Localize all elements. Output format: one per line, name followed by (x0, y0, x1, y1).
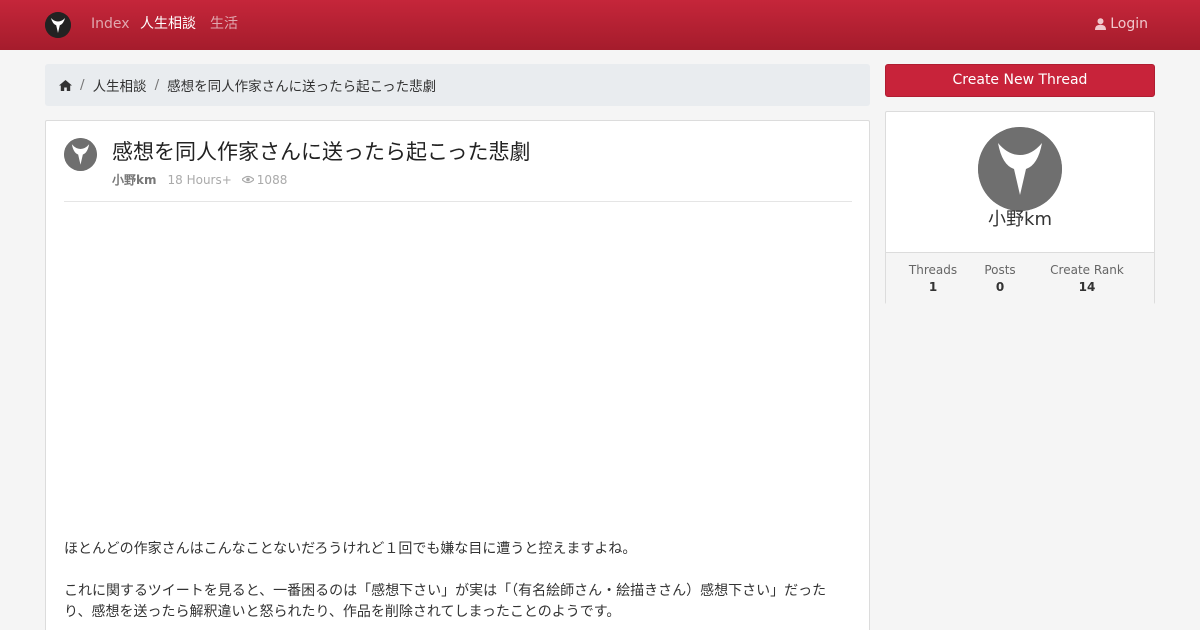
post-body: ほとんどの作家さんはこんなことないだろうけれど１回でも嫌な目に遭うと控えますよね… (64, 539, 852, 630)
nav-link-life-consultation[interactable]: 人生相談 (140, 15, 196, 33)
post-author[interactable]: 小野km (112, 171, 157, 188)
site-logo-icon[interactable] (45, 12, 71, 38)
stat-create-rank: Create Rank 14 (1041, 263, 1133, 296)
breadcrumb-separator: / (154, 77, 160, 93)
login-label: Login (1110, 16, 1148, 32)
stat-label: Threads (908, 263, 958, 277)
view-count: 1088 (256, 172, 288, 187)
breadcrumb-category[interactable]: 人生相談 (93, 75, 147, 95)
author-profile-card: 小野km Threads 1 Posts 0 Create Rank 14 (885, 111, 1155, 304)
breadcrumb-current: 感想を同人作家さんに送ったら起こった悲劇 (167, 79, 437, 95)
user-icon (1095, 18, 1107, 30)
profile-stats: Threads 1 Posts 0 Create Rank 14 (886, 252, 1154, 304)
stat-label: Posts (984, 263, 1016, 277)
nav-link-index[interactable]: Index (91, 15, 130, 33)
profile-name[interactable]: 小野km (886, 208, 1154, 232)
breadcrumb: / 人生相談 / 感想を同人作家さんに送ったら起こった悲劇 (45, 64, 870, 106)
stat-label: Create Rank (1050, 263, 1124, 277)
breadcrumb-separator: / (80, 77, 85, 93)
profile-avatar[interactable] (978, 127, 1062, 211)
author-avatar[interactable] (64, 138, 97, 171)
post-divider (64, 201, 852, 202)
nav-link-living[interactable]: 生活 (210, 15, 238, 33)
stat-value: 14 (1078, 280, 1096, 294)
thread-post: 感想を同人作家さんに送ったら起こった悲劇 小野km 18 Hours+ 1088… (45, 120, 870, 630)
top-navbar: Index 人生相談 生活 Login (0, 0, 1200, 50)
stat-posts: Posts 0 (970, 263, 1030, 296)
post-paragraph: これに関するツイートを見ると、一番困るのは「感想下さい」が実は「（有名絵師さん・… (64, 583, 827, 620)
stat-value: 1 (928, 280, 938, 294)
post-time: 18 Hours+ (167, 172, 232, 187)
create-new-thread-button[interactable]: Create New Thread (885, 64, 1155, 97)
eye-icon (241, 175, 254, 184)
login-link[interactable]: Login (1095, 15, 1148, 33)
post-title: 感想を同人作家さんに送ったら起こった悲劇 (112, 140, 531, 164)
ad-placeholder (64, 211, 852, 531)
post-meta: 小野km 18 Hours+ 1088 (112, 171, 287, 188)
post-paragraph: ほとんどの作家さんはこんなことないだろうけれど１回でも嫌な目に遭うと控えますよね… (64, 541, 637, 557)
stat-value: 0 (995, 280, 1005, 294)
stat-threads: Threads 1 (903, 263, 963, 296)
home-icon[interactable] (59, 79, 72, 91)
